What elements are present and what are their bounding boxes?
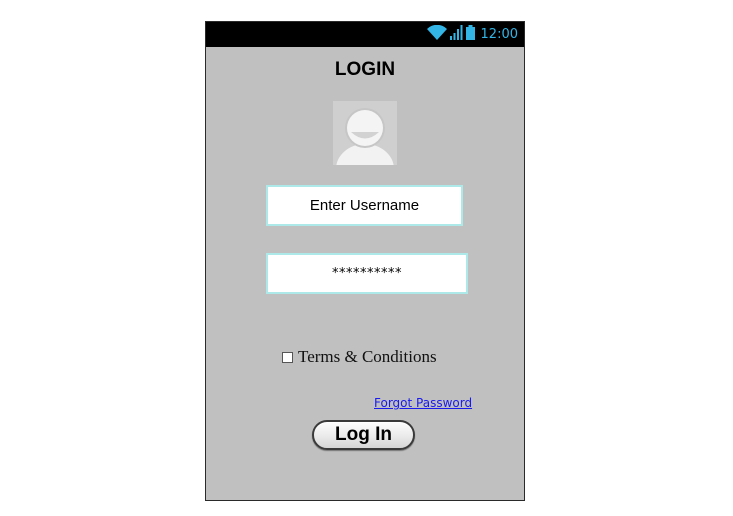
page-title: LOGIN xyxy=(334,59,396,80)
status-time: 12:00 xyxy=(480,27,518,42)
terms-row: Terms & Conditions xyxy=(282,347,437,367)
status-bar: 12:00 xyxy=(206,22,524,47)
wifi-icon xyxy=(426,24,447,45)
forgot-password-link[interactable]: Forgot Password xyxy=(374,396,472,410)
signal-icon xyxy=(449,24,463,45)
username-placeholder: Enter Username xyxy=(309,197,420,214)
phone-frame: 12:00 LOGIN Enter Username ********** Te… xyxy=(205,21,525,501)
username-field[interactable]: Enter Username xyxy=(266,185,463,226)
password-value: ********** xyxy=(332,266,402,281)
login-button[interactable]: Log In xyxy=(312,420,415,450)
terms-label: Terms & Conditions xyxy=(298,347,437,366)
battery-icon xyxy=(465,24,475,45)
terms-checkbox[interactable] xyxy=(282,351,293,363)
user-avatar-icon xyxy=(333,101,397,165)
login-button-label: Log In xyxy=(335,424,392,445)
status-icons: 12:00 xyxy=(426,24,518,45)
password-field[interactable]: ********** xyxy=(266,253,468,294)
